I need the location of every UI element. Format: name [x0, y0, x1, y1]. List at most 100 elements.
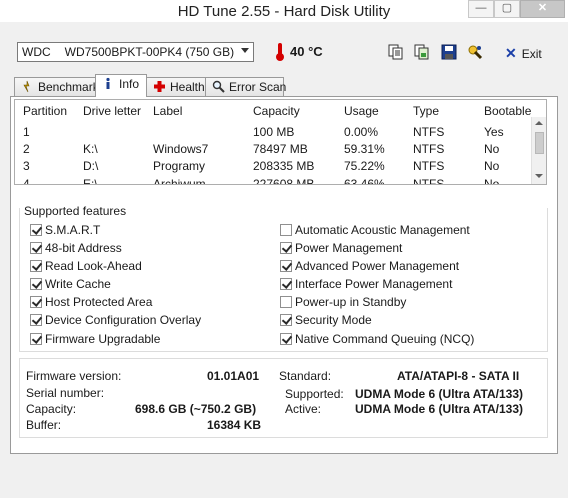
cell-capacity: 100 MB: [253, 125, 295, 139]
drive-model: WD7500BPKT-00PK4 (750 GB): [64, 45, 235, 59]
cell-label: Windows7: [153, 142, 209, 156]
checkbox[interactable]: [280, 224, 292, 236]
exit-icon: ✕: [505, 45, 517, 61]
cell-drive-letter: D:\: [83, 159, 99, 173]
column-header-partition[interactable]: Partition: [23, 104, 67, 118]
feature-label: S.M.A.R.T: [45, 223, 101, 237]
feature-label: 48-bit Address: [45, 241, 122, 255]
serial-label: Serial number:: [26, 386, 105, 400]
checkbox[interactable]: [280, 333, 292, 345]
checkbox[interactable]: [30, 296, 42, 308]
table-row[interactable]: 3 D:\ Programy 208335 MB 75.22% NTFS No: [15, 157, 532, 174]
column-header-bootable[interactable]: Bootable: [484, 104, 531, 118]
checkbox[interactable]: [280, 296, 292, 308]
feature-label: Advanced Power Management: [295, 259, 460, 273]
firmware-value: 01.01A01: [207, 369, 260, 383]
maximize-button[interactable]: ▢: [494, 0, 520, 18]
chevron-down-icon: [241, 48, 249, 53]
save-icon[interactable]: [440, 43, 458, 61]
checkbox[interactable]: [280, 314, 292, 326]
cell-partition: 4: [23, 177, 30, 185]
options-icon[interactable]: [466, 43, 484, 61]
cell-type: NTFS: [413, 125, 445, 139]
checkbox[interactable]: [30, 278, 42, 290]
cell-partition: 3: [23, 159, 30, 173]
feature-label: Native Command Queuing (NCQ): [295, 332, 475, 346]
cell-label: Programy: [153, 159, 206, 173]
benchmark-icon: [21, 80, 34, 93]
checkbox[interactable]: [30, 242, 42, 254]
checkbox[interactable]: [30, 314, 42, 326]
cell-partition: 1: [23, 125, 30, 139]
scroll-thumb[interactable]: [535, 132, 544, 154]
cell-type: NTFS: [413, 142, 445, 156]
cell-capacity: 78497 MB: [253, 142, 308, 156]
capacity-label: Capacity:: [26, 402, 77, 416]
cell-type: NTFS: [413, 159, 445, 173]
column-header-drive-letter[interactable]: Drive letter: [83, 104, 141, 118]
capacity-value: 698.6 GB (~750.2 GB): [135, 402, 257, 416]
cell-bootable: No: [484, 177, 500, 185]
feature-label: Read Look-Ahead: [45, 259, 142, 273]
scroll-down-arrow-icon[interactable]: [535, 174, 543, 178]
supported-label: Supported:: [285, 387, 344, 401]
tab-error-scan[interactable]: Error Scan: [205, 77, 287, 96]
table-row[interactable]: 4 E:\ Archiwum 227608 MB 63.46% NTFS No: [15, 175, 532, 185]
cell-type: NTFS: [413, 177, 445, 185]
column-header-type[interactable]: Type: [413, 104, 439, 118]
standard-value: ATA/ATAPI-8 - SATA II: [397, 369, 520, 383]
feature-label: Write Cache: [45, 277, 111, 291]
column-header-label[interactable]: Label: [153, 104, 182, 118]
scroll-up-arrow-icon[interactable]: [535, 121, 543, 125]
exit-label: Exit: [521, 47, 542, 61]
tab-error-scan-label: Error Scan: [229, 80, 287, 94]
cell-capacity: 208335 MB: [253, 159, 315, 173]
table-row[interactable]: 2 K:\ Windows7 78497 MB 59.31% NTFS No: [15, 140, 532, 157]
active-value: UDMA Mode 6 (Ultra ATA/133): [355, 402, 524, 416]
checkbox[interactable]: [30, 224, 42, 236]
tab-info-label: Info: [119, 77, 140, 91]
feature-label: Firmware Upgradable: [45, 332, 161, 346]
feature-label: Host Protected Area: [45, 295, 153, 309]
title-bar: HD Tune 2.55 - Hard Disk Utility — ▢ ✕: [0, 0, 568, 22]
column-header-capacity[interactable]: Capacity: [253, 104, 300, 118]
drive-vendor: WDC: [22, 45, 51, 59]
cell-usage: 75.22%: [344, 159, 385, 173]
tab-benchmark[interactable]: Benchmark: [14, 77, 99, 96]
feature-label: Security Mode: [295, 313, 372, 327]
minimize-button[interactable]: —: [468, 0, 494, 18]
close-button[interactable]: ✕: [520, 0, 565, 18]
cell-usage: 59.31%: [344, 142, 385, 156]
checkbox[interactable]: [280, 278, 292, 290]
tab-benchmark-label: Benchmark: [38, 80, 99, 94]
cell-bootable: No: [484, 159, 500, 173]
column-header-usage[interactable]: Usage: [344, 104, 379, 118]
copy-screenshot-icon[interactable]: [413, 43, 431, 61]
tab-health[interactable]: Health: [146, 77, 206, 96]
feature-label: Interface Power Management: [295, 277, 453, 291]
checkbox[interactable]: [30, 260, 42, 272]
error-scan-icon: [212, 80, 225, 93]
cell-capacity: 227608 MB: [253, 177, 315, 185]
cell-usage: 63.46%: [344, 177, 385, 185]
table-row[interactable]: 1 100 MB 0.00% NTFS Yes: [15, 123, 532, 140]
checkbox[interactable]: [280, 242, 292, 254]
cell-drive-letter: E:\: [83, 177, 98, 185]
cell-usage: 0.00%: [344, 125, 379, 139]
partition-table[interactable]: Partition Drive letter Label Capacity Us…: [14, 99, 547, 185]
feature-label: Device Configuration Overlay: [45, 313, 202, 327]
tab-info[interactable]: Info: [95, 74, 147, 97]
thermometer-icon: [276, 43, 284, 61]
standard-label: Standard:: [279, 369, 332, 383]
feature-label: Automatic Acoustic Management: [295, 223, 470, 237]
checkbox[interactable]: [30, 333, 42, 345]
partition-table-scrollbar[interactable]: [531, 117, 546, 184]
drive-select[interactable]: WDC WD7500BPKT-00PK4 (750 GB): [17, 42, 254, 62]
tab-health-label: Health: [170, 80, 205, 94]
feature-label: Power Management: [295, 241, 403, 255]
exit-button[interactable]: ✕ Exit: [505, 45, 542, 62]
copy-text-icon[interactable]: [387, 43, 405, 61]
checkbox[interactable]: [280, 260, 292, 272]
cell-label: Archiwum: [153, 177, 206, 185]
health-icon: [153, 80, 166, 93]
